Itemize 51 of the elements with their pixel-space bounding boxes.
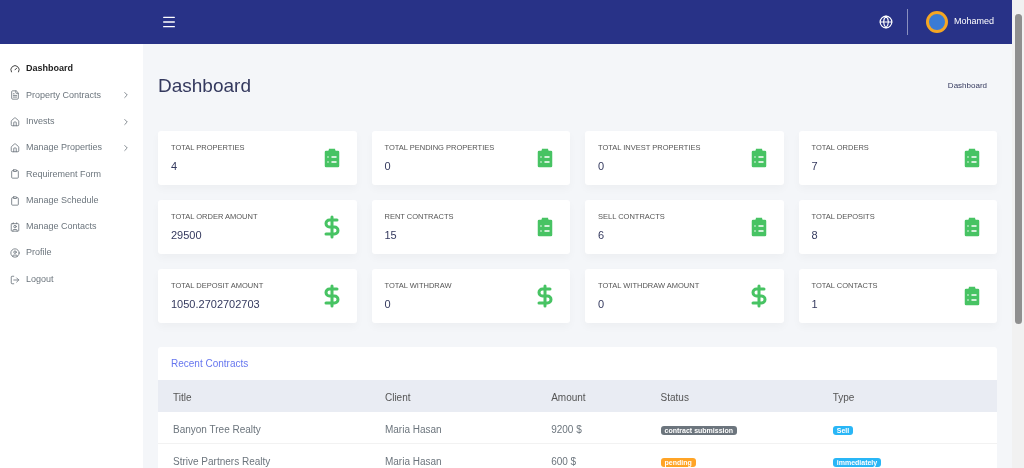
contact-card-icon: [10, 221, 20, 232]
stat-value: 1: [811, 296, 819, 312]
document-icon: [10, 90, 20, 101]
stat-value: 15: [384, 227, 398, 243]
gauge-icon: [10, 64, 20, 75]
menu-button[interactable]: [161, 14, 177, 30]
user-avatar[interactable]: [925, 11, 948, 33]
sidebar-item[interactable]: Manage Properties: [0, 134, 143, 162]
scrollbar-thumb[interactable]: [1014, 14, 1022, 324]
sidebar-item[interactable]: Profile: [0, 240, 143, 267]
logout-icon: [10, 274, 20, 285]
clipboard-icon: [10, 169, 20, 180]
table-cell: Banyon Tree Realty: [173, 423, 261, 435]
sidebar-item[interactable]: Manage Schedule: [0, 187, 143, 214]
scrollbar[interactable]: [1012, 0, 1024, 468]
house-icon: [10, 116, 20, 127]
sidebar-item[interactable]: Dashboard: [0, 56, 143, 83]
table-cell: 600 $: [551, 455, 577, 467]
table-cell: Maria Hasan: [384, 455, 442, 467]
stat-value: 0: [598, 296, 606, 312]
column-header: Status: [660, 392, 689, 403]
sidebar-item[interactable]: Invests: [0, 108, 143, 135]
table-cell: 9200 $: [551, 423, 582, 435]
stat-value: 1050.2702702703: [171, 296, 261, 312]
sidebar-item[interactable]: Manage Contacts: [0, 213, 143, 241]
globe-icon[interactable]: [878, 15, 893, 29]
column-header: Client: [384, 392, 411, 403]
breadcrumb[interactable]: Dashboard: [947, 80, 987, 92]
menu-icon: [161, 14, 177, 30]
user-name[interactable]: Mohamed: [953, 15, 994, 29]
stat-value: 6: [598, 227, 606, 243]
stat-value: 0: [598, 158, 606, 174]
table-cell: Maria Hasan: [384, 423, 442, 435]
sidebar-item[interactable]: Logout: [0, 266, 143, 293]
stat-value: 29500: [171, 227, 203, 243]
stat-value: 4: [171, 158, 179, 174]
house-icon: [10, 143, 20, 154]
column-header: Amount: [551, 392, 586, 403]
clipboard-icon: [10, 195, 20, 206]
stat-value: 7: [811, 158, 819, 174]
page-title: Dashboard: [158, 73, 251, 98]
sidebar-item[interactable]: Property Contracts: [0, 82, 143, 109]
sidebar-item[interactable]: Requirement Form: [0, 161, 143, 188]
stat-value: 0: [384, 296, 392, 312]
column-header: Type: [832, 392, 855, 403]
column-header: Title: [173, 392, 192, 403]
card-title: Recent Contracts: [171, 357, 249, 371]
user-icon: [10, 248, 20, 259]
stat-value: 8: [811, 227, 819, 243]
table-cell: Strive Partners Realty: [173, 455, 271, 467]
stat-value: 0: [384, 158, 392, 174]
